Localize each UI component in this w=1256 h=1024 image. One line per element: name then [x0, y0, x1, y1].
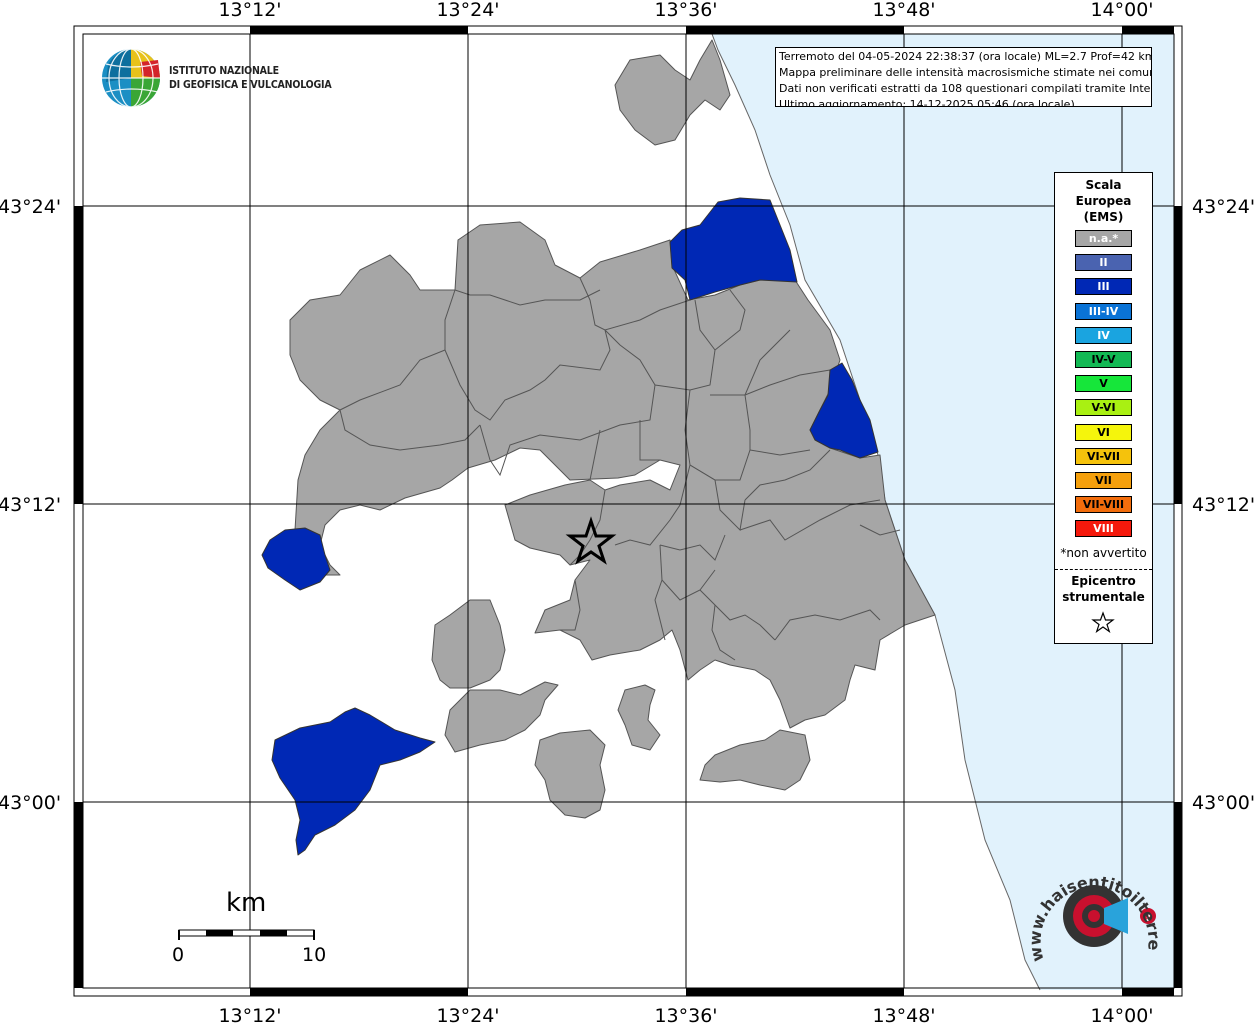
legend-item: VI [1075, 423, 1132, 441]
legend-note: *non avvertito [1060, 546, 1147, 560]
ingv-logo-line1: ISTITUTO NAZIONALE [169, 65, 279, 77]
info-line-3: Dati non verificati estratti da 108 ques… [779, 82, 1152, 95]
legend-item: IV [1075, 326, 1132, 344]
info-line-4: Ultimo aggiornamento: 14-12-2025 05:46 (… [779, 98, 1075, 107]
left-tick-3: 43°00' [0, 792, 61, 814]
scale-unit: km [226, 888, 267, 918]
bottom-tick-2: 13°24' [436, 1005, 499, 1024]
legend-item: III-IV [1075, 302, 1132, 320]
bottom-tick-3: 13°36' [654, 1005, 717, 1024]
legend-item: VIII [1075, 520, 1132, 538]
legend-item: n.a.* [1075, 230, 1132, 247]
municipality-iii-southwest [271, 707, 436, 856]
left-tick-1: 43°24' [0, 196, 61, 218]
info-line-1: Terremoto del 04-05-2024 22:38:37 (ora l… [779, 50, 1152, 63]
legend-epicenter-2: strumentale [1062, 590, 1145, 604]
legend-title-3: (EMS) [1083, 210, 1124, 224]
bottom-tick-4: 13°48' [872, 1005, 935, 1024]
legend-item: VI-VII [1075, 447, 1132, 465]
municipality-south-2 [617, 684, 661, 751]
legend-item: VII [1075, 472, 1132, 489]
legend-item: V [1075, 375, 1132, 393]
intensity-legend: Scala Europea (EMS) n.a.* II III III-IV IV IV… [1054, 172, 1153, 644]
legend-epicenter-1: Epicentro [1071, 574, 1136, 588]
legend-epicenter-label: Epicentro strumentale [1055, 573, 1152, 605]
legend-item: VII-VIII [1075, 496, 1132, 514]
right-tick-3: 43°00' [1192, 792, 1255, 814]
legend-item: IV-V [1075, 351, 1132, 368]
municipality-south-1 [534, 729, 606, 819]
legend-title: Scala Europea (EMS) [1055, 177, 1152, 225]
scale-min: 0 [172, 944, 185, 966]
info-line-2: Mappa preliminare delle intensità macros… [779, 66, 1152, 79]
legend-item: II [1075, 254, 1132, 272]
bottom-tick-1: 13°12' [218, 1005, 281, 1024]
ingv-logo-line2: DI GEOFISICA E VULCANOLOGIA [169, 79, 332, 91]
right-tick-1: 43°24' [1192, 196, 1255, 218]
municipality-iii-west [261, 527, 331, 591]
legend-item: III [1075, 278, 1132, 296]
top-tick-3: 13°36' [654, 0, 717, 21]
legend-item: V-VI [1075, 399, 1132, 417]
top-tick-4: 13°48' [872, 0, 935, 21]
top-tick-5: 14°00' [1090, 0, 1153, 21]
legend-separator [1055, 569, 1152, 570]
ingv-logo-icon [102, 48, 160, 108]
legend-title-1: Scala [1085, 178, 1122, 192]
ingv-logo-text: ISTITUTO NAZIONALE DI GEOFISICA E VULCAN… [169, 64, 332, 92]
legend-star-icon [1091, 611, 1115, 633]
bottom-tick-5: 14°00' [1090, 1005, 1153, 1024]
municipality-north [614, 39, 731, 146]
scale-max: 10 [302, 944, 327, 966]
top-tick-2: 13°24' [436, 0, 499, 21]
scale-bar [178, 929, 315, 940]
top-tick-1: 13°12' [218, 0, 281, 21]
event-info-box: Terremoto del 04-05-2024 22:38:37 (ora l… [775, 47, 1152, 107]
legend-title-2: Europea [1075, 194, 1132, 208]
municipality-southeast [699, 729, 811, 791]
right-tick-2: 43°12' [1192, 494, 1255, 516]
left-tick-2: 43°12' [0, 494, 61, 516]
